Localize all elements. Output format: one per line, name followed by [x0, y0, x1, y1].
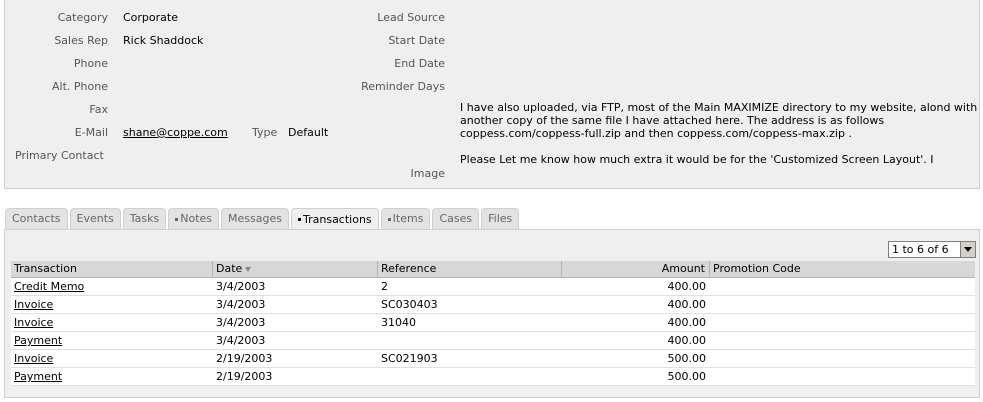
transaction-link[interactable]: Invoice	[14, 352, 53, 365]
table-header: Transaction Date Reference Amount Promot…	[11, 261, 975, 278]
column-header-label: Date	[216, 262, 243, 275]
notes-paragraph: I have also uploaded, via FTP, most of t…	[460, 101, 978, 140]
amount-cell: 400.00	[667, 280, 707, 293]
reference-cell: 2	[381, 280, 388, 293]
column-header-reference[interactable]: Reference	[378, 261, 562, 278]
date-cell: 3/4/2003	[216, 280, 266, 293]
date-cell: 3/4/2003	[216, 298, 266, 311]
column-header-transaction[interactable]: Transaction	[11, 261, 213, 278]
date-cell: 2/19/2003	[216, 352, 273, 365]
column-header-promotion-code[interactable]: Promotion Code	[710, 261, 975, 278]
promotion-cell	[710, 296, 975, 314]
column-header-label: Reference	[381, 262, 437, 275]
reference-cell: 31040	[381, 316, 416, 329]
image-label: Image	[410, 167, 445, 180]
transaction-link[interactable]: Invoice	[14, 298, 53, 311]
sales-rep-label: Sales Rep	[54, 34, 108, 47]
amount-cell: 500.00	[667, 370, 707, 383]
reminder-days-label: Reminder Days	[361, 80, 445, 93]
tab-label: Items	[392, 212, 424, 225]
tab-label: Cases	[439, 212, 473, 225]
promotion-cell	[710, 314, 975, 332]
notes-paragraph: Please Let me know how much extra it wou…	[460, 153, 934, 166]
table-row: Payment 2/19/2003 500.00	[11, 368, 975, 386]
tab-notes[interactable]: Notes	[168, 208, 220, 229]
end-date-label: End Date	[394, 57, 445, 70]
reference-cell: SC030403	[381, 298, 438, 311]
pager-select[interactable]: 1 to 6 of 6	[888, 241, 976, 258]
table-row: Invoice 3/4/2003 31040 400.00	[11, 314, 975, 332]
table-row: Invoice 3/4/2003 SC030403 400.00	[11, 296, 975, 314]
table-row: Invoice 2/19/2003 SC021903 500.00	[11, 350, 975, 368]
amount-cell: 500.00	[667, 352, 707, 365]
promotion-cell	[710, 278, 975, 296]
transactions-panel: 1 to 6 of 6 Transaction Date Reference A…	[4, 229, 980, 398]
tab-cases[interactable]: Cases	[432, 208, 480, 229]
tab-label: Events	[76, 212, 114, 225]
tab-events[interactable]: Events	[69, 208, 121, 229]
tab-label: Tasks	[129, 212, 160, 225]
date-cell: 2/19/2003	[216, 370, 273, 383]
alt-phone-label: Alt. Phone	[52, 80, 108, 93]
start-date-label: Start Date	[388, 34, 445, 47]
transaction-link[interactable]: Payment	[14, 334, 62, 347]
type-value: Default	[288, 126, 329, 139]
tab-label: Files	[488, 212, 513, 225]
amount-cell: 400.00	[667, 298, 707, 311]
tab-files[interactable]: Files	[481, 208, 520, 229]
tab-label: Messages	[228, 212, 282, 225]
tab-messages[interactable]: Messages	[221, 208, 289, 229]
promotion-cell	[710, 350, 975, 368]
sort-descending-icon	[245, 266, 252, 272]
amount-cell: 400.00	[667, 334, 707, 347]
has-content-dot-icon	[175, 217, 179, 221]
tab-label: Contacts	[12, 212, 61, 225]
table-row: Payment 3/4/2003 400.00	[11, 332, 975, 350]
transactions-table: Transaction Date Reference Amount Promot…	[11, 261, 975, 386]
notes-text: I have also uploaded, via FTP, most of t…	[460, 101, 980, 179]
transaction-link[interactable]: Invoice	[14, 316, 53, 329]
has-content-dot-icon	[298, 218, 301, 221]
category-label: Category	[57, 11, 108, 24]
table-row: Credit Memo 3/4/2003 2 400.00	[11, 278, 975, 296]
sales-rep-value: Rick Shaddock	[123, 34, 204, 47]
transaction-link[interactable]: Credit Memo	[14, 280, 84, 293]
contact-details-panel: Category Corporate Sales Rep Rick Shaddo…	[4, 0, 980, 189]
email-label: E-Mail	[74, 126, 108, 139]
promotion-cell	[710, 332, 975, 350]
tab-label: Notes	[180, 212, 213, 225]
tab-strip: Contacts Events Tasks Notes Messages Tra…	[5, 208, 520, 230]
reference-cell	[378, 368, 562, 386]
date-cell: 3/4/2003	[216, 316, 266, 329]
date-cell: 3/4/2003	[216, 334, 266, 347]
column-header-label: Transaction	[14, 262, 77, 275]
primary-contact-label: Primary Contact	[15, 149, 104, 162]
tab-transactions[interactable]: Transactions	[291, 208, 379, 230]
reference-cell: SC021903	[381, 352, 438, 365]
tab-items[interactable]: Items	[380, 208, 431, 229]
email-link[interactable]: shane@coppe.com	[123, 126, 228, 139]
pager-value: 1 to 6 of 6	[892, 243, 949, 256]
tab-contacts[interactable]: Contacts	[5, 208, 68, 229]
promotion-cell	[710, 368, 975, 386]
amount-cell: 400.00	[667, 316, 707, 329]
transaction-link[interactable]: Payment	[14, 370, 62, 383]
phone-label: Phone	[73, 57, 108, 70]
category-value: Corporate	[123, 11, 178, 24]
column-header-date[interactable]: Date	[213, 261, 378, 278]
column-header-label: Promotion Code	[713, 262, 801, 275]
lead-source-label: Lead Source	[377, 11, 445, 24]
reference-cell	[378, 332, 562, 350]
tab-label: Transactions	[303, 212, 372, 226]
chevron-down-icon[interactable]	[960, 242, 975, 257]
tab-tasks[interactable]: Tasks	[122, 208, 167, 229]
has-content-dot-icon	[387, 217, 391, 221]
column-header-label: Amount	[661, 262, 705, 275]
column-header-amount[interactable]: Amount	[562, 261, 710, 278]
fax-label: Fax	[89, 103, 108, 116]
type-label: Type	[252, 126, 278, 139]
